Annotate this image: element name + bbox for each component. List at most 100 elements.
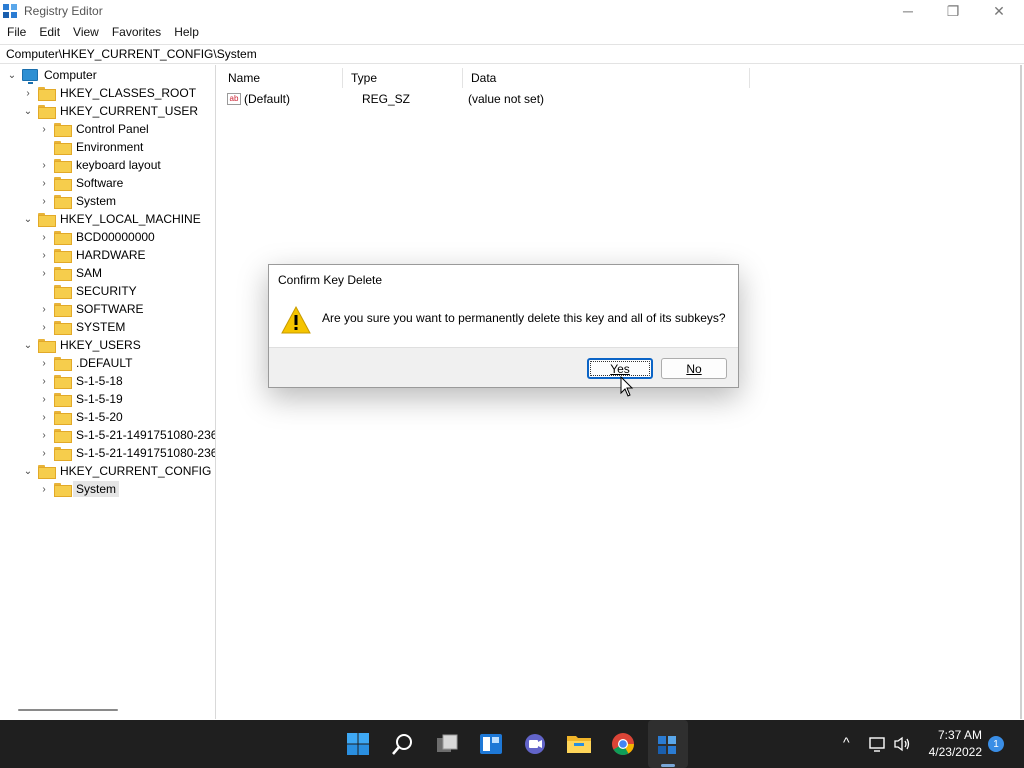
tree-node[interactable]: › System	[38, 480, 120, 498]
chevron-down-icon[interactable]: ⌄	[6, 69, 18, 81]
menu-edit[interactable]: Edit	[32, 23, 66, 43]
chevron-right-icon[interactable]: ›	[38, 195, 50, 207]
chevron-right-icon[interactable]: ›	[38, 357, 50, 369]
notification-badge[interactable]: 1	[988, 736, 1004, 752]
folder-icon	[54, 357, 72, 371]
tree-node[interactable]: › System	[38, 192, 116, 210]
chrome-icon[interactable]	[610, 731, 636, 757]
maximize-button[interactable]: ❐	[930, 0, 976, 22]
chevron-down-icon[interactable]: ⌄	[22, 213, 34, 225]
tree-node-label: Computer	[44, 68, 97, 82]
menu-help[interactable]: Help	[167, 23, 205, 43]
search-icon[interactable]	[390, 731, 416, 757]
tree-node[interactable]: › HKEY_CLASSES_ROOT	[22, 84, 196, 102]
tree-node[interactable]: Environment	[38, 138, 143, 156]
registry-editor-icon[interactable]	[655, 731, 681, 757]
clock-date[interactable]: 4/23/2022	[920, 745, 982, 759]
chevron-right-icon[interactable]: ›	[38, 447, 50, 459]
address-path[interactable]: Computer\HKEY_CURRENT_CONFIG\System	[6, 47, 257, 61]
start-icon[interactable]	[345, 731, 371, 757]
address-bar[interactable]: Computer\HKEY_CURRENT_CONFIG\System	[0, 44, 1024, 64]
tree-node-label: System	[76, 194, 117, 208]
chevron-right-icon[interactable]: ›	[38, 303, 50, 315]
menu-bar: File Edit View Favorites Help	[0, 23, 205, 43]
tree-horizontal-scrollbar[interactable]	[0, 703, 214, 717]
column-header-data[interactable]: Data	[463, 68, 750, 88]
chevron-right-icon[interactable]: ›	[38, 231, 50, 243]
folder-icon	[54, 123, 72, 137]
chevron-right-icon[interactable]: ›	[38, 483, 50, 495]
chevron-right-icon[interactable]: ›	[22, 87, 34, 99]
tree-node[interactable]: › HARDWARE	[38, 246, 146, 264]
tree-node-label: Software	[76, 176, 124, 190]
menu-view[interactable]: View	[66, 23, 105, 43]
value-row[interactable]: ab (Default) REG_SZ (value not set)	[220, 90, 750, 108]
tree-node-label: .DEFAULT	[76, 356, 133, 370]
tree-node[interactable]: › keyboard layout	[38, 156, 161, 174]
vertical-scrollbar[interactable]	[1020, 65, 1022, 719]
close-button[interactable]: ✕	[976, 0, 1022, 22]
menu-file[interactable]: File	[0, 23, 32, 43]
computer-icon	[22, 69, 38, 84]
folder-icon	[38, 465, 56, 479]
clock-time[interactable]: 7:37 AM	[930, 728, 982, 742]
tree-node-label: SAM	[76, 266, 103, 280]
chevron-down-icon[interactable]: ⌄	[22, 465, 34, 477]
tree-node[interactable]: › S-1-5-18	[38, 372, 123, 390]
tree-node-label: HKEY_LOCAL_MACHINE	[60, 212, 201, 226]
chat-icon[interactable]	[522, 731, 548, 757]
chevron-right-icon[interactable]: ›	[38, 123, 50, 135]
tree-node[interactable]: › S-1-5-21-1491751080-2360	[38, 426, 215, 444]
folder-icon	[38, 339, 56, 353]
chevron-right-icon[interactable]: ›	[38, 267, 50, 279]
tree-node[interactable]: › S-1-5-21-1491751080-2360	[38, 444, 216, 462]
tree-node[interactable]: › S-1-5-19	[38, 390, 123, 408]
folder-icon	[38, 213, 56, 227]
show-hidden-icons-chevron[interactable]: ^	[843, 734, 850, 750]
chevron-right-icon[interactable]: ›	[38, 159, 50, 171]
tree-node[interactable]: ⌄ Computer	[6, 66, 97, 84]
tree-node-label: S-1-5-21-1491751080-2360	[76, 446, 216, 460]
chevron-down-icon[interactable]: ⌄	[22, 339, 34, 351]
mouse-cursor-icon	[620, 376, 634, 397]
chevron-right-icon[interactable]: ›	[38, 177, 50, 189]
key-tree-pane[interactable]: › System ⌄ HKEY_CURRENT_CONFIG › S-1-5-21-149…	[0, 65, 216, 719]
column-header-name[interactable]: Name	[220, 68, 343, 88]
chevron-right-icon[interactable]: ›	[38, 429, 50, 441]
file-explorer-icon[interactable]	[566, 731, 592, 757]
chevron-right-icon[interactable]: ›	[38, 375, 50, 387]
folder-icon	[54, 375, 72, 389]
folder-icon	[38, 87, 56, 101]
tree-node[interactable]: › Control Panel	[38, 120, 149, 138]
chevron-right-icon[interactable]: ›	[38, 321, 50, 333]
column-header-type[interactable]: Type	[343, 68, 463, 88]
tree-node[interactable]: › BCD00000000	[38, 228, 155, 246]
chevron-right-icon[interactable]: ›	[38, 249, 50, 261]
dialog-title: Confirm Key Delete	[278, 273, 383, 287]
tree-node[interactable]: ⌄ HKEY_LOCAL_MACHINE	[22, 210, 201, 228]
task-view-icon[interactable]	[434, 731, 460, 757]
tree-node[interactable]: › .DEFAULT	[38, 354, 132, 372]
chevron-down-icon[interactable]: ⌄	[22, 105, 34, 117]
menu-favorites[interactable]: Favorites	[105, 23, 167, 43]
registry-editor-app-icon	[3, 4, 17, 18]
tree-node[interactable]: › S-1-5-20	[38, 408, 123, 426]
tree-node[interactable]: › SAM	[38, 264, 102, 282]
tree-node[interactable]: ⌄ HKEY_CURRENT_USER	[22, 102, 198, 120]
chevron-right-icon[interactable]: ›	[38, 393, 50, 405]
volume-icon[interactable]	[893, 736, 911, 755]
tree-node[interactable]: SECURITY	[38, 282, 137, 300]
network-icon[interactable]	[869, 736, 887, 755]
tree-node[interactable]: › Software	[38, 174, 123, 192]
widgets-icon[interactable]	[478, 731, 504, 757]
tree-node[interactable]: › SYSTEM	[38, 318, 125, 336]
no-button[interactable]: No	[661, 358, 727, 379]
tree-node[interactable]: ⌄ HKEY_CURRENT_CONFIG	[22, 462, 211, 480]
minimize-button[interactable]: ─	[885, 0, 931, 22]
scrollbar-thumb[interactable]	[18, 709, 118, 711]
chevron-right-icon[interactable]: ›	[38, 411, 50, 423]
tree-node[interactable]: ⌄ HKEY_USERS	[22, 336, 141, 354]
tree-node[interactable]: › SOFTWARE	[38, 300, 144, 318]
window-title: Registry Editor	[24, 4, 103, 18]
folder-icon	[38, 105, 56, 119]
